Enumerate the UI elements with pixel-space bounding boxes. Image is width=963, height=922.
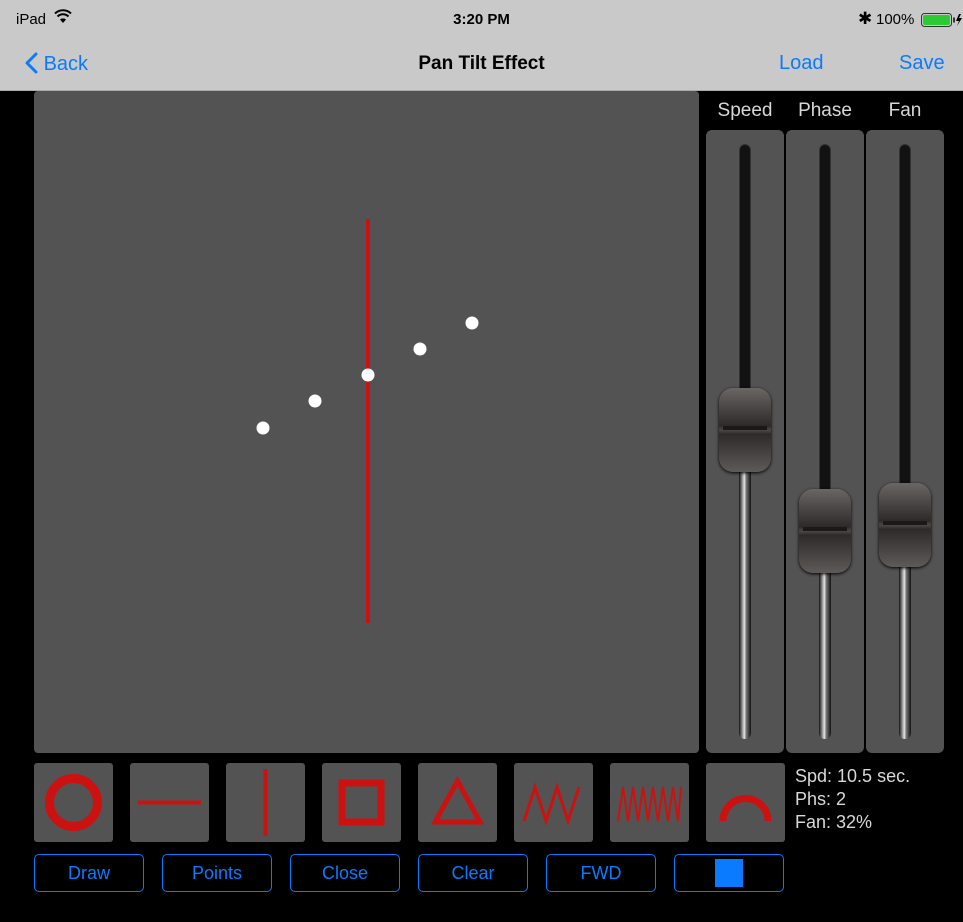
fan-info: Fan: 32% <box>795 812 873 832</box>
fixture-point[interactable] <box>361 368 375 382</box>
slider-thumb[interactable] <box>719 387 771 472</box>
horizontal-line-icon <box>138 800 201 805</box>
battery-icon <box>921 13 963 31</box>
points-button[interactable]: Points <box>162 854 272 892</box>
speed-label: Speed <box>717 100 773 121</box>
clear-button[interactable]: Clear <box>418 854 528 892</box>
fixture-point[interactable] <box>308 394 322 408</box>
load-button[interactable]: Load <box>779 52 824 75</box>
navigation-bar: Back Pan Tilt Effect Load Save <box>0 40 963 91</box>
slider-thumb[interactable] <box>879 482 931 567</box>
dense-zigzag-shape-button[interactable] <box>610 763 689 842</box>
triangle-shape-button[interactable] <box>418 763 497 842</box>
slider-thumb[interactable] <box>799 488 851 573</box>
battery-percent: 100% <box>876 11 915 28</box>
status-time: 3:20 PM <box>453 11 510 28</box>
vertical-line-icon <box>263 769 268 836</box>
fixture-point[interactable] <box>465 316 479 330</box>
phase-label: Phase <box>798 100 852 121</box>
arc-icon <box>719 795 772 822</box>
slider-track-lower <box>739 429 751 739</box>
dense-zigzag-icon <box>617 786 682 822</box>
speed-info: Spd: 10.5 sec. <box>795 766 911 786</box>
phase-slider[interactable] <box>786 130 864 753</box>
slider-track-upper <box>899 144 911 525</box>
draw-button[interactable]: Draw <box>34 854 144 892</box>
fan-slider[interactable] <box>866 130 944 753</box>
circle-shape-button[interactable] <box>34 763 113 842</box>
horizontal-line-shape-button[interactable] <box>130 763 209 842</box>
close-button[interactable]: Close <box>290 854 400 892</box>
zigzag-icon <box>522 782 581 826</box>
vertical-line-shape-button[interactable] <box>226 763 305 842</box>
arc-shape-button[interactable] <box>706 763 785 842</box>
slider-track-upper <box>739 144 751 430</box>
fixture-point[interactable] <box>413 342 427 356</box>
square-icon <box>338 779 385 826</box>
fwd-button[interactable]: FWD <box>546 854 656 892</box>
slider-track-upper <box>819 144 831 531</box>
stop-icon <box>715 859 743 887</box>
status-bar: iPad 3:20 PM ✱ 100% <box>0 0 963 40</box>
triangle-icon <box>430 775 485 825</box>
save-button[interactable]: Save <box>899 52 945 75</box>
speed-slider[interactable] <box>706 130 784 753</box>
square-shape-button[interactable] <box>322 763 401 842</box>
bluetooth-icon: ✱ <box>858 9 873 28</box>
stop-button[interactable] <box>674 854 784 892</box>
effect-canvas[interactable] <box>34 91 699 753</box>
circle-shape-icon <box>45 774 102 831</box>
zigzag-shape-button[interactable] <box>514 763 593 842</box>
phase-info: Phs: 2 <box>795 789 847 809</box>
fan-label: Fan <box>888 100 922 121</box>
effect-info: Spd: 10.5 sec. Phs: 2 Fan: 32% <box>795 765 910 834</box>
fixture-point[interactable] <box>256 421 270 435</box>
